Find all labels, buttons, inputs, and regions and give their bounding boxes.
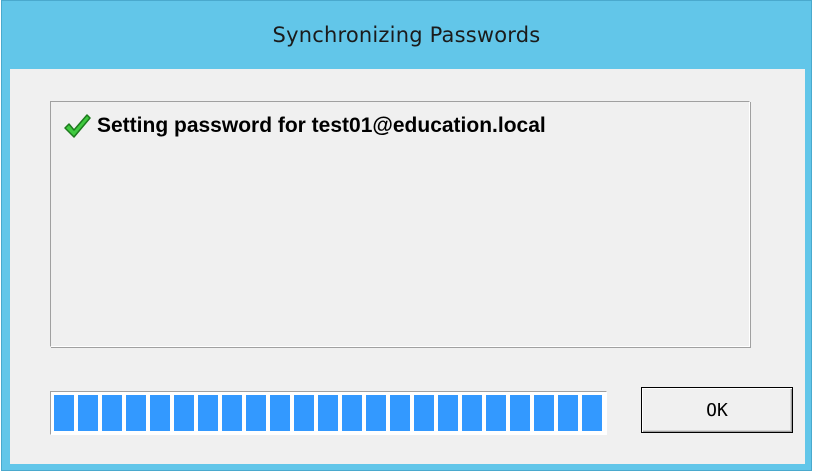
progress-bar <box>50 391 607 435</box>
ok-button[interactable]: OK <box>641 387 793 433</box>
status-log: Setting password for test01@education.lo… <box>50 101 750 347</box>
log-item: Setting password for test01@education.lo… <box>63 112 546 140</box>
title-bar[interactable]: Synchronizing Passwords <box>2 1 811 69</box>
log-item-text: Setting password for test01@education.lo… <box>97 114 546 137</box>
window-title: Synchronizing Passwords <box>272 23 541 47</box>
dialog-body: Setting password for test01@education.lo… <box>10 69 805 464</box>
progress-fill <box>54 395 603 431</box>
dialog-window: Synchronizing Passwords Setting password… <box>1 0 812 471</box>
check-icon <box>64 114 91 138</box>
